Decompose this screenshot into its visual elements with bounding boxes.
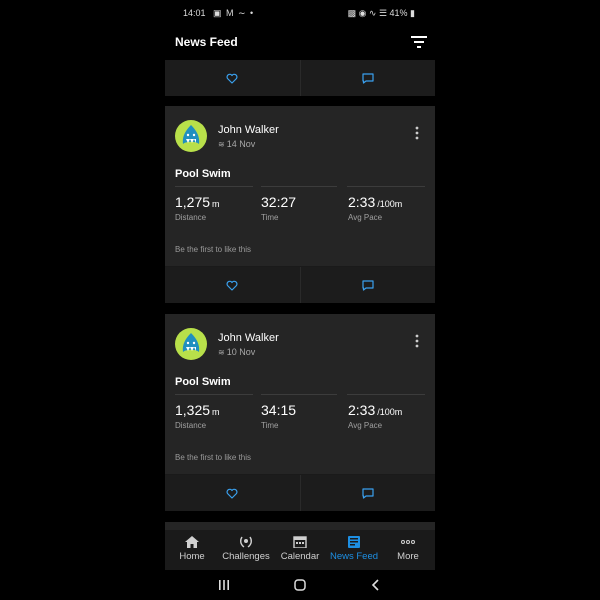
distance-label: Distance <box>175 213 207 222</box>
stat-divider <box>347 186 425 187</box>
activity-date: ≋ 14 Nov <box>218 139 255 149</box>
nav-news-feed-label: News Feed <box>329 551 379 562</box>
comment-icon <box>362 279 374 291</box>
nav-calendar[interactable]: Calendar <box>273 530 327 570</box>
filter-icon[interactable] <box>411 35 427 49</box>
swim-icon: ≋ <box>218 348 225 357</box>
swim-icon: ≋ <box>218 140 225 149</box>
likes-text[interactable]: Be the first to like this <box>175 245 251 254</box>
like-button[interactable] <box>165 475 299 511</box>
bottom-navigation: Home Challenges Calendar News Feed More <box>165 530 435 570</box>
nav-home-label: Home <box>179 551 205 562</box>
battery-level: 41% <box>389 8 408 18</box>
like-button[interactable] <box>165 267 299 303</box>
comment-icon <box>362 72 374 84</box>
distance-unit: m <box>212 407 220 417</box>
kebab-menu-icon[interactable] <box>412 124 422 142</box>
stat-divider <box>261 394 337 395</box>
heart-icon <box>226 73 238 84</box>
time-label: Time <box>261 421 279 430</box>
distance-stat: 1,275 m Distance <box>175 194 220 222</box>
likes-text[interactable]: Be the first to like this <box>175 453 251 462</box>
heart-icon <box>226 488 238 499</box>
avatar[interactable] <box>175 328 207 360</box>
laurel-icon <box>239 536 253 548</box>
distance-unit: m <box>212 199 220 209</box>
comment-button[interactable] <box>301 60 435 96</box>
activity-date-text: 10 Nov <box>226 347 256 357</box>
pace-unit: /100m <box>377 407 403 417</box>
distance-value: 1,325 <box>175 402 211 418</box>
distance-value: 1,275 <box>175 194 211 210</box>
pace-label: Avg Pace <box>348 213 383 222</box>
home-icon <box>185 536 199 548</box>
comment-icon <box>362 487 374 499</box>
comment-button[interactable] <box>301 475 435 511</box>
activity-card[interactable]: John Walker ≋ 10 Nov Pool Swim 1,325 m Dis… <box>165 314 435 511</box>
stat-divider <box>175 186 253 187</box>
activity-date-text: 14 Nov <box>226 139 256 149</box>
nav-news-feed[interactable]: News Feed <box>327 530 381 570</box>
nav-calendar-label: Calendar <box>280 551 320 562</box>
user-name[interactable]: John Walker <box>218 124 279 136</box>
time-stat: 32:27 Time <box>261 194 296 222</box>
previous-card-actions <box>165 60 435 96</box>
activity-date: ≋ 10 Nov <box>218 347 255 357</box>
activity-card[interactable]: John Walker ≋ 14 Nov Pool Swim 1,275 m Dis… <box>165 106 435 303</box>
pace-unit: /100m <box>377 199 403 209</box>
stat-divider <box>347 394 425 395</box>
distance-stat: 1,325 m Distance <box>175 402 220 430</box>
card-actions <box>165 267 435 303</box>
time-value: 34:15 <box>261 402 297 418</box>
system-status-icons: ▩ ◉ ∿ ☰ 41% ▮ <box>347 8 415 18</box>
more-dots-icon <box>401 540 415 544</box>
pace-value: 2:33 <box>348 194 376 210</box>
like-button[interactable] <box>165 60 299 96</box>
calendar-icon <box>293 536 307 548</box>
time-label: Time <box>261 213 279 222</box>
activity-card-partial[interactable] <box>165 522 435 530</box>
news-feed-list[interactable]: John Walker ≋ 14 Nov Pool Swim 1,275 m Dis… <box>165 58 435 530</box>
nav-challenges[interactable]: Challenges <box>219 530 273 570</box>
nav-more-label: More <box>397 551 419 562</box>
nav-more[interactable]: More <box>381 530 435 570</box>
page-title: News Feed <box>175 35 238 49</box>
stat-divider <box>175 394 253 395</box>
activity-title[interactable]: Pool Swim <box>175 168 231 180</box>
recent-apps-icon[interactable] <box>217 578 231 592</box>
pace-value: 2:33 <box>348 402 376 418</box>
heart-icon <box>226 280 238 291</box>
comment-button[interactable] <box>301 267 435 303</box>
status-bar: 14:01 ▣ M ∼ • ▩ ◉ ∿ ☰ 41% ▮ <box>165 0 435 26</box>
status-time: 14:01 <box>183 8 206 18</box>
pace-label: Avg Pace <box>348 421 383 430</box>
time-stat: 34:15 Time <box>261 402 296 430</box>
news-feed-icon <box>348 536 360 548</box>
phone-screen: 14:01 ▣ M ∼ • ▩ ◉ ∿ ☰ 41% ▮ News Feed Jo… <box>165 0 435 600</box>
notification-icons: ▣ M ∼ • <box>213 8 255 18</box>
card-actions <box>165 475 435 511</box>
nav-home[interactable]: Home <box>165 530 219 570</box>
home-button-icon[interactable] <box>293 578 307 592</box>
system-navigation-bar <box>165 570 435 600</box>
distance-label: Distance <box>175 421 207 430</box>
time-value: 32:27 <box>261 194 297 210</box>
back-icon[interactable] <box>369 578 383 592</box>
app-bar: News Feed <box>165 26 435 58</box>
activity-title[interactable]: Pool Swim <box>175 376 231 388</box>
pace-stat: 2:33/100m Avg Pace <box>348 402 402 430</box>
nav-challenges-label: Challenges <box>222 551 270 562</box>
avatar[interactable] <box>175 120 207 152</box>
pace-stat: 2:33/100m Avg Pace <box>348 194 402 222</box>
stat-divider <box>261 186 337 187</box>
user-name[interactable]: John Walker <box>218 332 279 344</box>
kebab-menu-icon[interactable] <box>412 332 422 350</box>
